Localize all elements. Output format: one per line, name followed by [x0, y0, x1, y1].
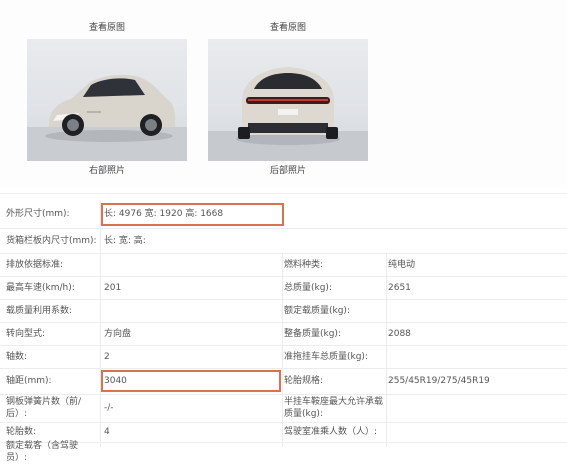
- spec-value: 4: [104, 427, 110, 437]
- spec-value: 长: 宽: 高:: [104, 235, 146, 246]
- view-original-link[interactable]: 查看原图: [27, 22, 187, 34]
- spec-label: 轮胎数:: [6, 427, 37, 437]
- photo-block-side: 查看原图 右部照片: [27, 0, 187, 177]
- spec-label: 半挂车鞍座最大允许承载质量(kg):: [284, 397, 384, 419]
- spec-value: 2651: [388, 282, 411, 293]
- spec-value: [388, 345, 558, 368]
- spec-row: 货箱栏板内尺寸(mm): 长: 宽: 高:: [0, 228, 567, 254]
- spec-label: 货箱栏板内尺寸(mm):: [6, 235, 97, 246]
- spec-value: [104, 299, 282, 322]
- photo-caption-rear: 后部照片: [269, 166, 306, 176]
- spec-value: [104, 253, 282, 276]
- spec-row: 转向型式: 方向盘 整备质量(kg): 2088: [0, 322, 567, 346]
- view-original-link[interactable]: 查看原图: [208, 22, 368, 34]
- vehicle-side-photo[interactable]: [27, 39, 187, 161]
- spec-value: [388, 394, 558, 422]
- spec-label: 载质量利用系数:: [6, 305, 73, 316]
- spec-value: -/-: [104, 403, 114, 413]
- spec-row: 轴距(mm): 3040 轮胎规格: 255/45R19/275/45R19: [0, 368, 567, 395]
- column-divider: [100, 200, 101, 447]
- photo-block-rear: 查看原图 后部照片: [208, 0, 368, 177]
- dimension-highlight-box: [101, 203, 284, 226]
- spec-label: 轴数:: [6, 351, 28, 362]
- spec-label: 额定载客（含驾驶员）:: [6, 441, 79, 463]
- spec-label: 排放依据标准:: [6, 259, 64, 270]
- spec-label: 整备质量(kg):: [284, 328, 341, 339]
- spec-label: 转向型式:: [6, 328, 46, 339]
- spec-value: 2088: [388, 328, 411, 339]
- spec-label: 驾驶室准乘人数（人）:: [284, 427, 378, 437]
- column-divider: [282, 253, 283, 447]
- spec-label: 燃料种类:: [284, 259, 324, 270]
- column-divider: [386, 253, 387, 447]
- spec-row: 钢板弹簧片数（前/后）: -/- 半挂车鞍座最大允许承载质量(kg):: [0, 394, 567, 423]
- spec-label: 外形尺寸(mm):: [6, 209, 70, 219]
- spec-value: [388, 299, 558, 322]
- spec-row: 载质量利用系数: 额定载质量(kg):: [0, 299, 567, 323]
- spec-label: 最高车速(km/h):: [6, 282, 75, 293]
- spec-value: 201: [104, 282, 122, 293]
- spec-value: [388, 422, 558, 442]
- spec-value: 纯电动: [388, 259, 416, 270]
- spec-label: 总质量(kg):: [284, 282, 332, 293]
- spec-value: 2: [104, 351, 110, 362]
- photo-caption-side: 右部照片: [88, 166, 125, 176]
- spec-row: 最高车速(km/h): 201 总质量(kg): 2651: [0, 276, 567, 300]
- spec-label: 轴距(mm):: [6, 376, 52, 386]
- spec-row: 额定载客（含驾驶员）:: [0, 441, 567, 463]
- spec-label: 准拖挂车总质量(kg):: [284, 351, 368, 362]
- spec-row: 轴数: 2 准拖挂车总质量(kg):: [0, 345, 567, 369]
- vehicle-rear-photo[interactable]: [208, 39, 368, 161]
- spec-label: 轮胎规格:: [284, 376, 324, 386]
- spec-label: 钢板弹簧片数（前/后）:: [6, 397, 82, 419]
- section-divider: [0, 193, 567, 194]
- spec-value: 方向盘: [104, 328, 132, 339]
- photo-panel: 查看原图 右部照片 查看原图 后部照片: [0, 0, 567, 188]
- spec-row: 排放依据标准: 燃料种类: 纯电动: [0, 253, 567, 277]
- spec-label: 额定载质量(kg):: [284, 305, 350, 316]
- wheelbase-highlight-box: [101, 370, 281, 392]
- spec-value: 255/45R19/275/45R19: [388, 376, 490, 386]
